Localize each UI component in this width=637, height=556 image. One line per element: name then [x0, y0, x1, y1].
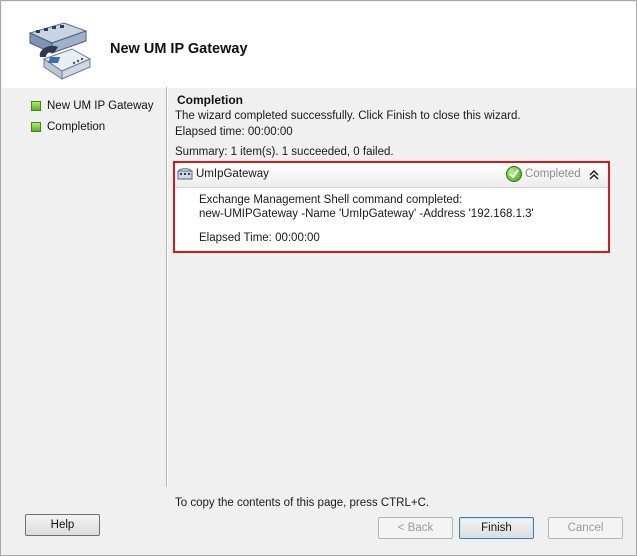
section-title: Completion	[177, 93, 243, 107]
elapsed-time: Elapsed time: 00:00:00	[175, 126, 293, 138]
nav-item-label: Completion	[47, 120, 106, 133]
finish-button[interactable]: Finish	[459, 517, 534, 539]
wizard-window: New UM IP Gateway New UM IP Gateway Comp…	[0, 0, 637, 556]
cancel-button[interactable]: Cancel	[548, 517, 623, 539]
nav-item-new-um-ip-gateway[interactable]: New UM IP Gateway	[31, 95, 171, 116]
success-check-icon	[506, 166, 522, 182]
wizard-steps-nav: New UM IP Gateway Completion	[31, 95, 171, 137]
completion-message: The wizard completed successfully. Click…	[175, 110, 521, 122]
step-complete-icon	[31, 100, 41, 111]
result-elapsed-time: Elapsed Time: 00:00:00	[199, 232, 320, 244]
ip-gateway-icon	[24, 19, 92, 83]
command-status-line: Exchange Management Shell command comple…	[199, 194, 463, 206]
gateway-icon	[177, 168, 193, 182]
summary-text: Summary: 1 item(s). 1 succeeded, 0 faile…	[175, 146, 394, 158]
result-item: UmIpGateway Completed Exchange Managemen…	[173, 161, 610, 253]
completion-panel: Completion The wizard completed successf…	[175, 92, 615, 160]
nav-divider	[166, 87, 167, 487]
result-item-details: Exchange Management Shell command comple…	[199, 193, 534, 245]
help-button[interactable]: Help	[25, 514, 100, 536]
wizard-title: New UM IP Gateway	[110, 41, 248, 57]
nav-item-label: New UM IP Gateway	[47, 99, 154, 112]
nav-item-completion[interactable]: Completion	[31, 116, 171, 137]
back-button[interactable]: < Back	[378, 517, 453, 539]
result-item-header[interactable]: UmIpGateway Completed	[175, 163, 608, 188]
result-status: Completed	[525, 168, 581, 180]
copy-hint: To copy the contents of this page, press…	[175, 497, 430, 509]
result-item-name: UmIpGateway	[196, 168, 269, 180]
wizard-header: New UM IP Gateway	[2, 2, 636, 88]
command-line: new-UMIPGateway -Name 'UmIpGateway' -Add…	[199, 208, 534, 220]
step-complete-icon	[31, 121, 41, 132]
collapse-chevron-icon[interactable]	[589, 169, 599, 180]
